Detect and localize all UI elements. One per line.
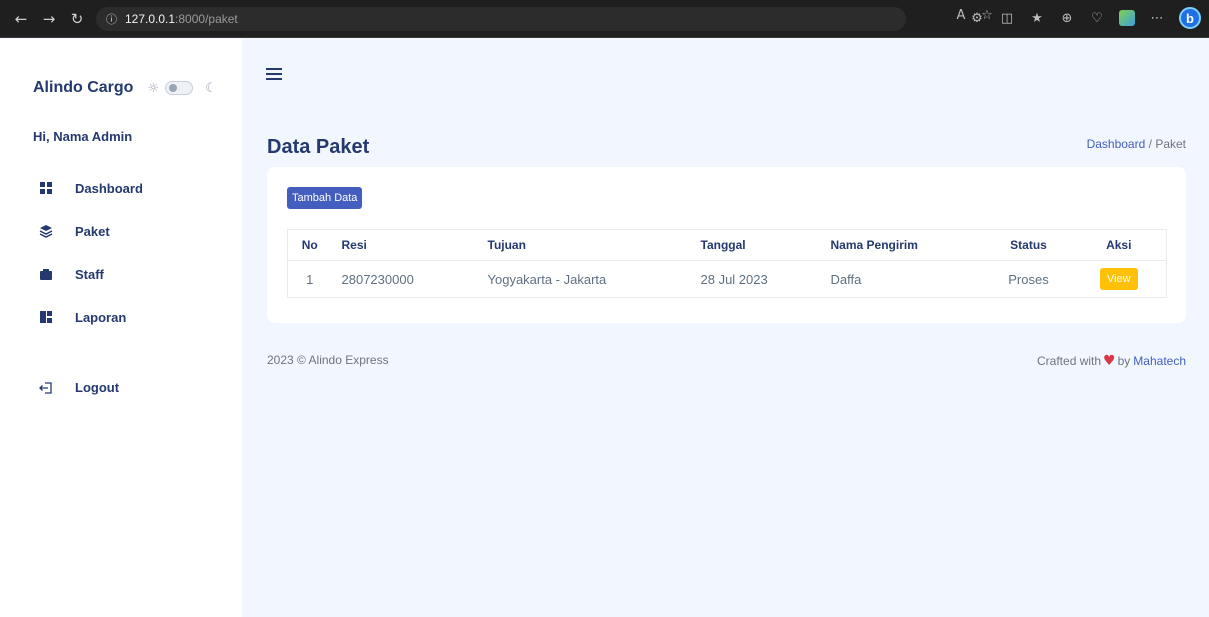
breadcrumb-current: Paket [1155, 137, 1186, 151]
logout-icon [39, 381, 53, 395]
more-icon[interactable]: ⋯ [1149, 11, 1165, 26]
cell-aksi: View [1071, 260, 1167, 298]
menu-toggle-icon[interactable] [266, 68, 282, 82]
sidebar: Alindo Cargo ☼ ☾ Hi, Nama Admin Dashboar… [0, 39, 242, 617]
split-screen-icon[interactable]: ◫ [999, 11, 1015, 26]
table-row: 1 2807230000 Yogyakarta - Jakarta 28 Jul… [287, 260, 1167, 298]
table-header-row: No Resi Tujuan Tanggal Nama Pengirim Sta… [287, 229, 1167, 261]
column-header-tujuan: Tujuan [477, 229, 691, 261]
page-title: Data Paket [267, 136, 370, 158]
data-card: Tambah Data No Resi Tujuan Tanggal Nama … [267, 167, 1186, 323]
performance-icon[interactable]: ♡ [1089, 11, 1105, 26]
cell-tanggal: 28 Jul 2023 [690, 260, 821, 298]
favorites-icon[interactable]: ★ [1029, 11, 1045, 26]
layout-icon [39, 310, 53, 324]
greeting: Hi, Nama Admin [33, 129, 133, 144]
moon-icon: ☾ [205, 80, 217, 96]
crafted-text: Crafted with [1037, 354, 1102, 368]
sidebar-item-label: Dashboard [75, 180, 143, 196]
sidebar-item-laporan[interactable]: Laporan [33, 306, 223, 328]
brand-name[interactable]: Alindo Cargo [33, 79, 133, 97]
footer-copyright: 2023 © Alindo Express [267, 353, 389, 367]
column-header-resi: Resi [331, 229, 478, 261]
info-icon[interactable]: ⓘ [106, 11, 117, 27]
breadcrumb-separator: / [1148, 137, 1152, 151]
column-header-no: No [287, 229, 332, 261]
column-header-aksi: Aksi [1071, 229, 1167, 261]
url-path: :8000/paket [175, 11, 238, 26]
stack-icon [39, 224, 53, 238]
author-link[interactable]: Mahatech [1133, 354, 1186, 368]
url-host: 127.0.0.1 [125, 11, 176, 26]
logout-link[interactable]: Logout [33, 380, 119, 395]
footer-credit: Crafted with ♥ by Mahatech [1037, 353, 1186, 369]
sidebar-item-label: Paket [75, 223, 110, 239]
briefcase-icon [39, 267, 53, 281]
cell-nama-pengirim: Daffa [820, 260, 986, 298]
theme-toggle[interactable] [165, 81, 194, 95]
forward-icon[interactable]: → [38, 8, 60, 30]
address-bar[interactable]: ⓘ 127.0.0.1:8000/paket [96, 6, 906, 31]
sidebar-menu: Dashboard Paket Staff Laporan [33, 177, 223, 349]
column-header-status: Status [985, 229, 1072, 261]
refresh-icon[interactable]: ↻ [66, 8, 88, 30]
column-header-tanggal: Tanggal [690, 229, 821, 261]
add-data-button[interactable]: Tambah Data [287, 187, 363, 209]
brand: Alindo Cargo ☼ ☾ [33, 79, 217, 97]
browser-toolbar: ← → ↻ ⓘ 127.0.0.1:8000/paket A ☆ ⚙ ◫ ★ ⊕… [0, 0, 1209, 38]
heart-icon: ♥ [1103, 353, 1116, 369]
sidebar-item-paket[interactable]: Paket [33, 220, 223, 242]
crafted-by: by [1117, 354, 1131, 368]
cell-status: Proses [985, 260, 1072, 298]
sun-icon: ☼ [147, 80, 160, 96]
sidebar-item-dashboard[interactable]: Dashboard [33, 177, 223, 199]
back-icon[interactable]: ← [10, 8, 32, 30]
view-button[interactable]: View [1099, 268, 1138, 290]
collections-icon[interactable]: ⊕ [1059, 11, 1075, 26]
column-header-nama-pengirim: Nama Pengirim [820, 229, 986, 261]
read-aloud-icon[interactable]: A [953, 8, 969, 23]
sidebar-item-label: Staff [75, 266, 104, 282]
extension-icon[interactable] [1119, 10, 1135, 26]
paket-table: No Resi Tujuan Tanggal Nama Pengirim Sta… [287, 229, 1167, 298]
logout-label: Logout [75, 380, 120, 395]
cell-tujuan: Yogyakarta - Jakarta [477, 260, 691, 298]
bing-icon[interactable]: b [1179, 7, 1201, 29]
extensions-icon[interactable]: ⚙ [969, 11, 985, 26]
cell-no: 1 [287, 260, 332, 298]
sidebar-item-staff[interactable]: Staff [33, 263, 223, 285]
cell-resi: 2807230000 [331, 260, 478, 298]
grid-icon [39, 181, 53, 195]
breadcrumb: Dashboard / Paket [1087, 137, 1186, 151]
breadcrumb-dashboard[interactable]: Dashboard [1087, 137, 1146, 151]
sidebar-item-label: Laporan [75, 309, 127, 325]
